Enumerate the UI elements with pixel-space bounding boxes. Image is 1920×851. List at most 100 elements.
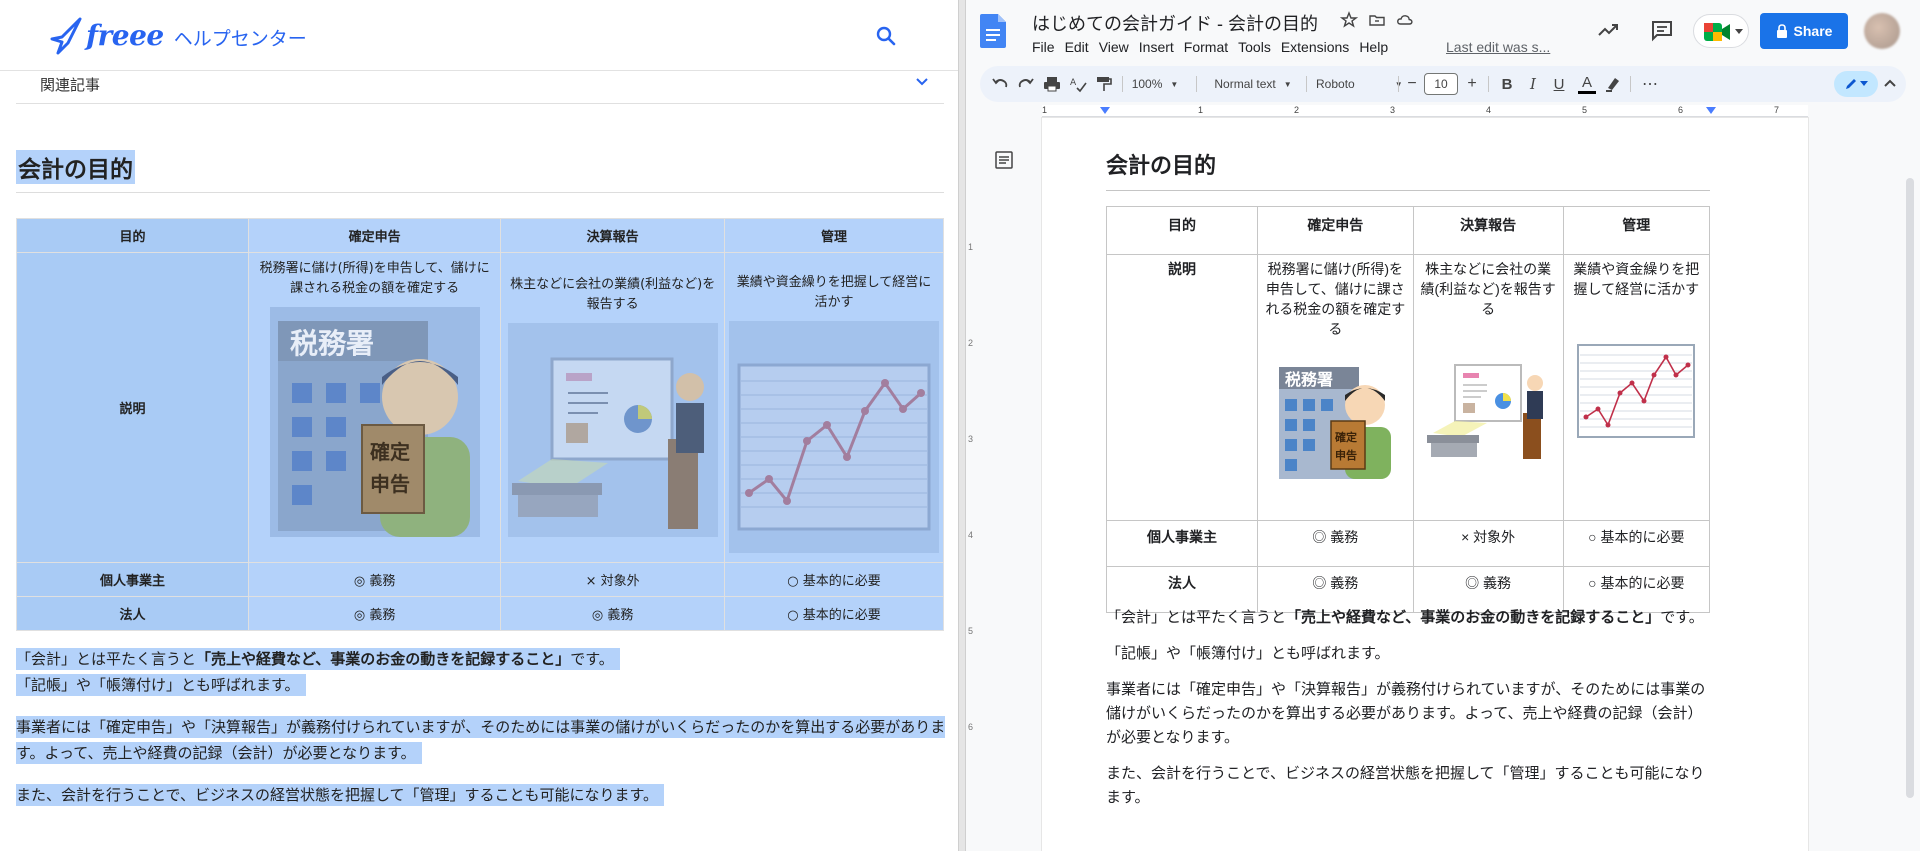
chevron-down-icon[interactable]: [914, 73, 930, 89]
table-header-row: 目的 確定申告 決算報告 管理: [16, 218, 944, 253]
document-page[interactable]: 会計の目的 目的 確定申告 決算報告 管理 説明 税務署に儲け(所得)を申告して…: [1042, 118, 1808, 851]
dropdown-arrow-icon: ▼: [1170, 79, 1179, 89]
horizontal-ruler[interactable]: 1 1 2 3 4 5 6 7: [966, 104, 1920, 118]
search-icon[interactable]: [874, 24, 898, 48]
left-indent-marker-icon[interactable]: [1100, 107, 1110, 115]
meet-button[interactable]: [1693, 14, 1749, 48]
split-view-divider[interactable]: [958, 0, 966, 851]
bold-button[interactable]: B: [1498, 74, 1516, 94]
description-cell[interactable]: 税務署に儲け(所得)を申告して、儲けに課される税金の額を確定する 税務署 確定 …: [1257, 254, 1414, 521]
text-color-button[interactable]: A: [1578, 74, 1596, 94]
document-body[interactable]: 「会計」とは平たく言うと「売上や経費など、事業のお金の動きを記録すること」です。…: [1106, 606, 1710, 822]
undo-icon[interactable]: [990, 74, 1010, 94]
line-chart-illustration: [1577, 344, 1696, 438]
paragraph: 事業者には「確定申告」や「決算報告」が義務付けられていますが、そのためには事業の…: [16, 714, 956, 766]
pencil-icon: [1846, 79, 1856, 89]
editing-mode-button[interactable]: [1834, 71, 1878, 97]
purpose-table[interactable]: 目的 確定申告 決算報告 管理 説明 税務署に儲け(所得)を申告して、儲けに課さ…: [1106, 206, 1711, 613]
menu-insert[interactable]: Insert: [1139, 39, 1180, 55]
table-cell[interactable]: ◎ 義務: [1257, 520, 1414, 567]
ruler-number: 4: [1486, 105, 1492, 115]
table-header-cell[interactable]: 決算報告: [1412, 206, 1564, 255]
zoom-value: 100%: [1131, 77, 1163, 91]
stamp-text-line1: 確定: [1335, 430, 1357, 444]
underline-button[interactable]: U: [1550, 74, 1568, 94]
menu-view[interactable]: View: [1099, 39, 1135, 55]
menu-extensions[interactable]: Extensions: [1281, 39, 1355, 55]
menu-file[interactable]: File: [1032, 39, 1061, 55]
description-text: 税務署に儲け(所得)を申告して、儲けに課される税金の額を確定する: [259, 261, 490, 296]
hide-menus-icon[interactable]: [1882, 74, 1898, 94]
paragraph: 「会計」とは平たく言うと「売上や経費など、事業のお金の動きを記録すること」です。…: [16, 646, 956, 698]
account-avatar[interactable]: [1864, 13, 1900, 49]
freee-logo[interactable]: freee ヘルプセンター: [50, 15, 307, 55]
decrease-font-size-button[interactable]: −: [1404, 74, 1420, 94]
table-cell: ○ 基本的に必要: [724, 562, 944, 597]
description-cell: 業績や資金繰りを把握して経営に活かす: [724, 252, 944, 563]
table-header-cell[interactable]: 確定申告: [1257, 206, 1414, 255]
paragraph-style-select[interactable]: Normal text ▼: [1206, 74, 1300, 94]
paragraph[interactable]: 事業者には「確定申告」や「決算報告」が義務付けられていますが、そのためには事業の…: [1106, 678, 1710, 750]
toolbar-separator: [1196, 76, 1197, 92]
activity-dashboard-icon[interactable]: [1596, 18, 1620, 42]
paint-format-icon[interactable]: [1094, 74, 1114, 94]
table-cell[interactable]: ○ 基本的に必要: [1562, 520, 1711, 567]
last-edit-link[interactable]: Last edit was s...: [1446, 39, 1550, 55]
table-cell: × 対象外: [500, 562, 725, 597]
paragraph-text: 「会計」とは平たく言うと「売上や経費など、事業のお金の動きを記録すること」です。: [16, 648, 620, 670]
menu-format[interactable]: Format: [1184, 39, 1234, 55]
zoom-select[interactable]: 100% ▼: [1131, 74, 1179, 94]
ruler-track: 1 1 2 3 4 5 6 7: [1042, 105, 1808, 117]
font-size-input[interactable]: 10: [1424, 73, 1458, 95]
table-cell: ○ 基本的に必要: [724, 596, 944, 631]
ruler-number: 7: [1774, 105, 1780, 115]
description-cell[interactable]: 業績や資金繰りを把握して経営に活かす: [1562, 254, 1711, 521]
redo-icon[interactable]: [1016, 74, 1036, 94]
stamp-text-line2: 申告: [1335, 448, 1357, 462]
row-label[interactable]: 説明: [1106, 254, 1258, 521]
cloud-saved-icon[interactable]: [1396, 11, 1414, 29]
spellcheck-icon[interactable]: A: [1068, 74, 1088, 94]
print-icon[interactable]: [1042, 74, 1062, 94]
description-text: 業績や資金繰りを把握して経営に活かす: [1573, 261, 1700, 297]
paragraph[interactable]: 「会計」とは平たく言うと「売上や経費など、事業のお金の動きを記録すること」です。: [1106, 606, 1710, 630]
italic-button[interactable]: I: [1524, 74, 1542, 94]
move-folder-icon[interactable]: [1368, 11, 1386, 29]
table-header-cell[interactable]: 目的: [1106, 206, 1258, 255]
table-header-cell[interactable]: 管理: [1562, 206, 1711, 255]
toolbar-separator: [1398, 76, 1399, 92]
font-value: Roboto: [1316, 77, 1355, 91]
ruler-number: 5: [968, 626, 974, 636]
menu-tools[interactable]: Tools: [1238, 39, 1277, 55]
right-indent-marker-icon[interactable]: [1706, 107, 1716, 115]
increase-font-size-button[interactable]: +: [1464, 74, 1480, 94]
comment-history-icon[interactable]: [1650, 18, 1674, 42]
menu-help[interactable]: Help: [1359, 39, 1394, 55]
paragraph[interactable]: 「記帳」や「帳簿付け」とも呼ばれます。: [1106, 642, 1710, 666]
vertical-scrollbar[interactable]: [1906, 178, 1914, 798]
google-docs-icon[interactable]: [980, 14, 1006, 48]
more-options-button[interactable]: ⋯: [1640, 74, 1660, 94]
related-articles-bar[interactable]: 関連記事: [16, 71, 944, 104]
table-cell[interactable]: × 対象外: [1412, 520, 1564, 567]
row-label: 個人事業主: [16, 562, 249, 597]
article-title: 会計の目的: [16, 150, 135, 184]
document-heading[interactable]: 会計の目的: [1106, 148, 1216, 180]
vertical-ruler: 1 2 3 4 5 6: [966, 118, 980, 851]
highlight-color-icon[interactable]: [1604, 74, 1622, 94]
menu-edit[interactable]: Edit: [1065, 39, 1095, 55]
row-label[interactable]: 個人事業主: [1106, 520, 1258, 567]
share-label: Share: [1793, 23, 1833, 39]
table-row: 個人事業主 ◎ 義務 × 対象外 ○ 基本的に必要: [16, 562, 944, 597]
description-cell[interactable]: 株主などに会社の業績(利益など)を報告する: [1412, 254, 1564, 521]
star-icon[interactable]: [1340, 11, 1358, 29]
description-cell: 税務署に儲け(所得)を申告して、儲けに課される税金の額を確定する 税務署 確定 …: [247, 252, 502, 563]
document-outline-icon[interactable]: [994, 150, 1014, 170]
share-button[interactable]: Share: [1760, 13, 1848, 49]
table-row: 個人事業主 ◎ 義務 × 対象外 ○ 基本的に必要: [1106, 520, 1711, 567]
text-run: です。: [570, 650, 614, 668]
table-header-row: 目的 確定申告 決算報告 管理: [1106, 206, 1711, 255]
heading-divider: [1106, 190, 1710, 191]
paragraph[interactable]: また、会計を行うことで、ビジネスの経営状態を把握して「管理」することも可能になり…: [1106, 762, 1710, 810]
document-title[interactable]: はじめての会計ガイド - 会計の目的: [1032, 10, 1318, 36]
